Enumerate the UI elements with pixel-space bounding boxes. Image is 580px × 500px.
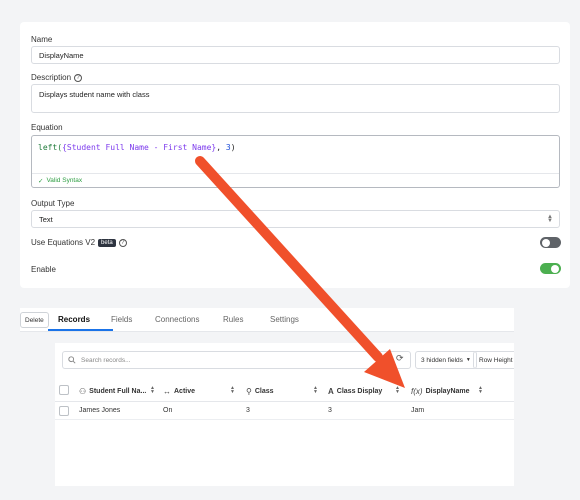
link-icon: ⚲ — [246, 387, 252, 396]
search-icon — [68, 356, 76, 364]
sort-icon[interactable]: ▲ ▼ — [478, 386, 483, 395]
sort-icon[interactable]: ▲ ▼ — [395, 386, 400, 395]
cell-displayname[interactable]: Jam — [411, 407, 424, 414]
search-box[interactable]: Search records... — [62, 351, 411, 369]
help-icon[interactable]: ? — [74, 73, 83, 82]
table-row[interactable]: James Jones On 3 3 Jam — [55, 402, 514, 420]
tabs-bar: Delete Records Fields Connections Rules … — [20, 308, 514, 332]
equation-function: left( — [38, 143, 63, 152]
tab-rules[interactable]: Rules — [223, 315, 243, 324]
enable-label: Enable — [31, 265, 56, 274]
description-label: Description — [31, 73, 72, 82]
select-all-checkbox[interactable] — [59, 385, 69, 395]
text-a-icon: A — [328, 387, 334, 396]
description-textarea[interactable]: Displays student name with class — [31, 84, 560, 113]
equation-editor[interactable]: left({Student Full Name - First Name}, 3… — [31, 135, 560, 188]
fx-icon: f(x) — [411, 387, 423, 396]
cell-class[interactable]: 3 — [246, 407, 250, 414]
delete-button[interactable]: Delete — [20, 312, 49, 328]
use-equations-label: Use Equations V2 — [31, 238, 96, 247]
person-icon: ⚇ — [79, 387, 87, 396]
tab-records[interactable]: Records — [58, 315, 90, 324]
row-height-button[interactable]: Row Height — [473, 351, 514, 369]
output-type-label: Output Type — [31, 199, 75, 208]
toggle-knob — [551, 264, 559, 273]
name-label: Name — [31, 35, 53, 44]
cell-active[interactable]: On — [163, 407, 172, 414]
equation-separator: , — [216, 143, 226, 152]
column-header-active[interactable]: ↔ Active — [163, 387, 195, 396]
help-icon[interactable]: ? — [118, 238, 127, 247]
beta-badge: beta — [98, 238, 116, 247]
output-type-select[interactable]: Text ▲ ▼ — [31, 210, 560, 228]
cell-student-name[interactable]: James Jones — [79, 407, 120, 414]
table-header: ⚇ Student Full Na... ▲ ▼ ↔ Active ▲ ▼ ⚲ Cl… — [55, 380, 514, 402]
syntax-status: ✓ Valid Syntax — [32, 173, 559, 187]
column-header-class-display[interactable]: A Class Display — [328, 387, 382, 396]
refresh-icon[interactable]: ⟳ — [396, 353, 404, 364]
equation-code[interactable]: left({Student Full Name - First Name}, 3… — [38, 143, 236, 152]
hidden-fields-button[interactable]: 3 hidden fields ▼ — [415, 351, 477, 369]
select-caret-icon: ▲ ▼ — [547, 214, 553, 224]
records-grid: Search records... ⟳ 3 hidden fields ▼ Ro… — [55, 343, 514, 486]
column-header-displayname[interactable]: f(x) DisplayName — [411, 387, 470, 396]
sort-icon[interactable]: ▲ ▼ — [230, 386, 235, 395]
chevron-down-icon: ▼ — [465, 357, 471, 363]
output-type-value: Text — [39, 215, 53, 224]
cell-class-display[interactable]: 3 — [328, 407, 332, 414]
equation-close: ) — [230, 143, 236, 152]
equation-form-panel: Name DisplayName Description ? Displays … — [20, 22, 570, 288]
sort-icon[interactable]: ▲ ▼ — [313, 386, 318, 395]
equation-label: Equation — [31, 123, 63, 132]
toggle-knob — [542, 238, 550, 247]
valid-syntax-text: Valid Syntax — [46, 177, 83, 184]
enable-toggle[interactable] — [540, 263, 561, 274]
tab-settings[interactable]: Settings — [270, 315, 299, 324]
sort-icon[interactable]: ▲ ▼ — [150, 386, 155, 395]
use-equations-toggle[interactable] — [540, 237, 561, 248]
use-equations-label-row: Use Equations V2 beta ? — [31, 238, 127, 247]
search-input[interactable]: Search records... — [81, 357, 131, 364]
equation-field-ref: {Student Full Name - First Name} — [62, 143, 217, 152]
column-header-student[interactable]: ⚇ Student Full Na... — [79, 387, 146, 396]
name-input[interactable]: DisplayName — [31, 46, 560, 64]
column-header-class[interactable]: ⚲ Class — [246, 387, 274, 396]
toggle-arrows-icon: ↔ — [163, 387, 171, 396]
check-icon: ✓ — [38, 177, 44, 185]
tab-connections[interactable]: Connections — [155, 315, 199, 324]
hidden-fields-label: 3 hidden fields — [421, 356, 463, 364]
row-checkbox[interactable] — [59, 406, 69, 416]
tab-fields[interactable]: Fields — [111, 315, 132, 324]
active-tab-indicator — [48, 329, 113, 331]
description-label-row: Description ? — [31, 73, 83, 82]
